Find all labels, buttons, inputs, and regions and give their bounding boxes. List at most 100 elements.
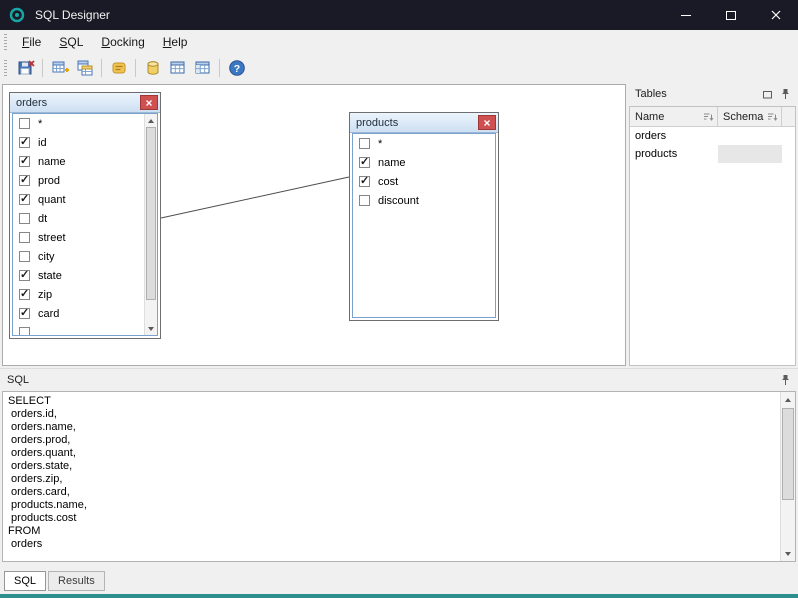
column-checkbox[interactable] (19, 289, 30, 300)
tab-sql[interactable]: SQL (4, 571, 46, 591)
table-grid-alt-button[interactable] (190, 56, 215, 80)
column-row[interactable]: id (13, 133, 144, 152)
column-checkbox[interactable] (359, 157, 370, 168)
table-name-cell: products (630, 145, 718, 163)
tables-panel-title: Tables (635, 88, 667, 100)
tab-results[interactable]: Results (48, 571, 105, 591)
scrollbar-down-button[interactable] (145, 322, 157, 335)
column-label: street (38, 232, 66, 244)
pin-icon[interactable] (780, 88, 791, 100)
close-button[interactable] (753, 0, 798, 30)
column-row[interactable]: name (13, 152, 144, 171)
add-table-button[interactable] (47, 56, 72, 80)
table-row-products[interactable]: products (630, 145, 795, 163)
scrollbar-up-button[interactable] (781, 392, 795, 407)
svg-text:?: ? (233, 63, 239, 75)
column-checkbox[interactable] (359, 195, 370, 206)
table-window-orders-close-button[interactable] (140, 95, 158, 110)
float-window-icon[interactable] (762, 89, 773, 100)
window-accent-bar (0, 594, 798, 598)
column-checkbox[interactable] (19, 213, 30, 224)
column-row[interactable]: quant (13, 190, 144, 209)
column-row[interactable]: state (13, 266, 144, 285)
column-checkbox[interactable] (19, 175, 30, 186)
menu-docking[interactable]: Docking (92, 31, 153, 53)
column-checkbox[interactable] (19, 270, 30, 281)
column-checkbox[interactable] (19, 232, 30, 243)
column-row[interactable] (13, 323, 144, 336)
menu-sql[interactable]: SQL (50, 31, 92, 53)
table-window-orders-titlebar[interactable]: orders (10, 93, 160, 113)
help-icon: ? (228, 59, 246, 77)
tab-label: SQL (14, 575, 36, 587)
column-checkbox[interactable] (19, 137, 30, 148)
table-window-title: products (356, 117, 398, 129)
close-icon (483, 119, 491, 127)
close-icon (145, 99, 153, 107)
column-label: prod (38, 175, 60, 187)
column-row[interactable]: street (13, 228, 144, 247)
column-checkbox[interactable] (19, 194, 30, 205)
column-checkbox[interactable] (19, 251, 30, 262)
column-checkbox[interactable] (19, 308, 30, 319)
sql-text-line: FROM (8, 525, 775, 538)
column-row[interactable]: dt (13, 209, 144, 228)
orders-scrollbar[interactable] (144, 114, 157, 335)
sql-scrollbar[interactable] (780, 392, 795, 561)
column-checkbox[interactable] (359, 138, 370, 149)
scrollbar-down-button[interactable] (781, 546, 795, 561)
table-window-products-titlebar[interactable]: products (350, 113, 498, 133)
table-schema-cell (718, 127, 782, 145)
window-title: SQL Designer (35, 8, 110, 22)
menu-gripper[interactable] (4, 34, 7, 50)
design-canvas[interactable]: orders * id name prod quant dt street ci (2, 84, 626, 366)
column-row[interactable]: discount (353, 191, 495, 210)
column-row[interactable]: card (13, 304, 144, 323)
scrollbar-thumb[interactable] (146, 127, 156, 300)
pin-icon[interactable] (780, 374, 791, 386)
tables-panel-titlebar[interactable]: Tables (629, 84, 796, 104)
column-row[interactable]: zip (13, 285, 144, 304)
add-query-button[interactable] (72, 56, 97, 80)
sort-icon (767, 112, 778, 122)
script-button[interactable] (106, 56, 131, 80)
column-row[interactable]: * (13, 114, 144, 133)
add-query-icon (76, 59, 94, 77)
column-row[interactable]: prod (13, 171, 144, 190)
menu-file[interactable]: File (13, 31, 50, 53)
database-button[interactable] (140, 56, 165, 80)
column-list: * id name prod quant dt street city stat… (13, 114, 144, 335)
table-row-orders[interactable]: orders (630, 127, 795, 145)
table-window-orders: orders * id name prod quant dt street ci (9, 92, 161, 339)
column-checkbox[interactable] (19, 156, 30, 167)
column-header-filler (782, 107, 795, 126)
column-row[interactable]: city (13, 247, 144, 266)
scrollbar-thumb[interactable] (782, 408, 794, 500)
table-grid-button[interactable] (165, 56, 190, 80)
column-label: quant (38, 194, 66, 206)
minimize-button[interactable] (663, 0, 708, 30)
arrow-up-icon (148, 119, 154, 123)
maximize-button[interactable] (708, 0, 753, 30)
sql-editor[interactable]: SELECT orders.id, orders.name, orders.pr… (2, 391, 796, 562)
help-button[interactable]: ? (224, 56, 249, 80)
arrow-down-icon (785, 552, 791, 556)
save-button[interactable] (13, 56, 38, 80)
sql-panel-titlebar[interactable]: SQL (0, 369, 798, 391)
column-header-name[interactable]: Name (630, 107, 718, 126)
column-checkbox[interactable] (19, 118, 30, 129)
toolbar: ? (0, 54, 798, 82)
toolbar-gripper[interactable] (4, 60, 7, 76)
scrollbar-up-button[interactable] (145, 114, 157, 127)
database-icon (144, 59, 162, 77)
column-row[interactable]: cost (353, 172, 495, 191)
menu-help[interactable]: Help (154, 31, 197, 53)
arrow-up-icon (785, 398, 791, 402)
titlebar[interactable]: SQL Designer (0, 0, 798, 30)
column-row[interactable]: name (353, 153, 495, 172)
table-window-products-close-button[interactable] (478, 115, 496, 130)
column-checkbox[interactable] (359, 176, 370, 187)
column-checkbox[interactable] (19, 327, 30, 336)
column-header-schema[interactable]: Schema (718, 107, 782, 126)
column-row[interactable]: * (353, 134, 495, 153)
